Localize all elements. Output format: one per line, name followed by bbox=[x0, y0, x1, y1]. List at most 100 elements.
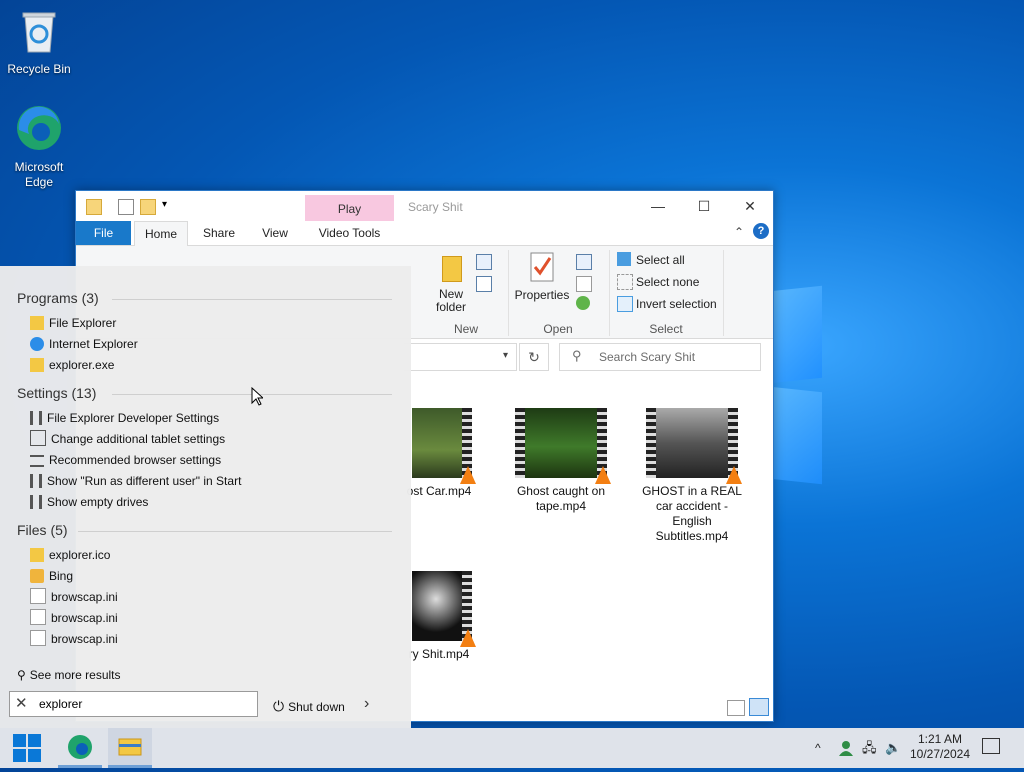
group-select-label: Select bbox=[649, 322, 683, 336]
group-new-label: New bbox=[453, 322, 478, 336]
clock-time: 1:21 AM bbox=[917, 732, 963, 746]
file-explorer-icon bbox=[118, 738, 142, 756]
volume-icon[interactable]: 🔈 bbox=[885, 728, 901, 768]
people-icon[interactable] bbox=[838, 740, 854, 756]
tab-file[interactable]: File bbox=[76, 221, 131, 245]
power-icon: ⏻ bbox=[273, 698, 285, 714]
result-internet-explorer[interactable]: Internet Explorer bbox=[30, 334, 138, 354]
video-file-ghost-real-car-accident[interactable]: GHOST in a REAL car accident - English S… bbox=[642, 408, 742, 544]
edit-icon[interactable] bbox=[576, 276, 592, 292]
chevron-right-icon[interactable]: › bbox=[364, 695, 369, 713]
result-file-explorer[interactable]: File Explorer bbox=[30, 313, 116, 333]
windows-logo-icon bbox=[13, 734, 41, 762]
ribbon-divider bbox=[723, 250, 724, 336]
select-all-icon bbox=[617, 252, 631, 266]
properties-qa-icon[interactable] bbox=[118, 199, 134, 215]
video-thumbnail bbox=[412, 408, 476, 484]
properties-icon bbox=[530, 252, 554, 282]
play-context-tab[interactable]: Play bbox=[305, 195, 394, 221]
bing-icon bbox=[30, 569, 44, 583]
new-item-icon[interactable] bbox=[476, 254, 492, 270]
start-button[interactable] bbox=[5, 728, 49, 768]
video-file-ghost-caught[interactable]: Ghost caught on tape.mp4 bbox=[511, 408, 611, 514]
section-programs-title: Programs (3) bbox=[17, 290, 99, 306]
file-explorer-icon bbox=[30, 358, 44, 372]
history-icon[interactable] bbox=[576, 296, 590, 310]
select-none-icon bbox=[617, 274, 633, 290]
invert-selection-icon bbox=[617, 296, 633, 312]
large-icons-view-icon[interactable] bbox=[749, 698, 769, 716]
tab-view[interactable]: View bbox=[252, 221, 298, 245]
select-none-button[interactable]: Select none bbox=[636, 275, 699, 289]
recycle-bin-icon bbox=[22, 12, 56, 53]
close-button[interactable]: ✕ bbox=[727, 191, 773, 221]
taskbar: ^ 🖧 🔈 1:21 AM 10/27/2024 bbox=[0, 728, 1024, 768]
tab-share[interactable]: Share bbox=[192, 221, 246, 245]
settings-slider-icon bbox=[30, 495, 42, 509]
help-icon[interactable]: ? bbox=[753, 223, 769, 239]
network-icon[interactable]: 🖧 bbox=[862, 728, 877, 768]
shut-down-button[interactable]: ⏻ Shut down bbox=[273, 698, 345, 715]
clear-icon[interactable]: ✕ bbox=[15, 694, 28, 712]
result-file[interactable]: explorer.ico bbox=[30, 545, 110, 565]
search-icon: ⚲ bbox=[17, 668, 26, 682]
notifications-icon[interactable] bbox=[982, 738, 1000, 754]
chevron-down-icon[interactable]: ▾ bbox=[503, 350, 508, 361]
file-name: GHOST in a REAL car accident - English S… bbox=[642, 484, 742, 543]
search-input[interactable]: ⚲ Search Scary Shit bbox=[559, 343, 761, 371]
result-file[interactable]: browscap.ini bbox=[30, 629, 118, 649]
maximize-button[interactable]: ☐ bbox=[681, 191, 727, 221]
tab-video-tools[interactable]: Video Tools bbox=[305, 221, 394, 245]
settings-slider-icon bbox=[30, 411, 42, 425]
result-explorer-exe[interactable]: explorer.exe bbox=[30, 355, 114, 375]
taskbar-file-explorer[interactable] bbox=[108, 728, 152, 768]
result-file[interactable]: browscap.ini bbox=[30, 587, 118, 607]
ribbon-tabs: File Home Share View Video Tools ⌃ ? bbox=[76, 221, 773, 246]
select-all-button[interactable]: Select all bbox=[636, 253, 685, 267]
refresh-button[interactable]: ↻ bbox=[519, 343, 549, 371]
open-icon[interactable] bbox=[576, 254, 592, 270]
details-view-icon[interactable] bbox=[727, 700, 745, 716]
result-file[interactable]: browscap.ini bbox=[30, 608, 118, 628]
result-setting[interactable]: Show "Run as different user" in Start bbox=[30, 471, 241, 491]
section-settings-title: Settings (13) bbox=[17, 385, 97, 401]
new-folder-qa-icon[interactable] bbox=[140, 199, 156, 215]
easy-access-icon[interactable] bbox=[476, 276, 492, 292]
search-box[interactable]: ✕ explorer bbox=[9, 691, 258, 717]
desktop-icon-recycle-bin[interactable]: Recycle Bin bbox=[4, 8, 74, 77]
edge-icon bbox=[68, 735, 92, 759]
list-icon bbox=[30, 455, 44, 467]
file-explorer-icon bbox=[30, 316, 44, 330]
ini-file-icon bbox=[30, 609, 46, 625]
desktop-icon-label: Recycle Bin bbox=[7, 62, 71, 76]
video-thumbnail bbox=[515, 408, 611, 484]
taskbar-edge[interactable] bbox=[58, 728, 102, 768]
internet-explorer-icon bbox=[30, 337, 44, 351]
title-bar: ▾ Play Scary Shit — ☐ ✕ bbox=[76, 191, 773, 221]
tablet-icon bbox=[30, 430, 46, 446]
result-setting[interactable]: Recommended browser settings bbox=[30, 450, 221, 470]
result-setting[interactable]: Show empty drives bbox=[30, 492, 148, 512]
invert-selection-button[interactable]: Invert selection bbox=[636, 297, 717, 311]
collapse-ribbon-icon[interactable]: ⌃ bbox=[734, 225, 744, 239]
new-folder-icon bbox=[442, 256, 462, 282]
ribbon-divider bbox=[508, 250, 509, 336]
section-divider bbox=[112, 299, 392, 300]
result-setting[interactable]: Change additional tablet settings bbox=[30, 429, 225, 449]
result-setting[interactable]: File Explorer Developer Settings bbox=[30, 408, 219, 428]
minimize-button[interactable]: — bbox=[635, 191, 681, 221]
new-folder-button[interactable]: New folder bbox=[431, 288, 471, 314]
address-bar[interactable]: ▾ bbox=[404, 343, 517, 371]
search-icon: ⚲ bbox=[572, 348, 582, 363]
clock[interactable]: 1:21 AM 10/27/2024 bbox=[905, 732, 975, 772]
ini-file-icon bbox=[30, 630, 46, 646]
group-open-label: Open bbox=[543, 322, 573, 336]
folder-icon bbox=[86, 199, 102, 215]
properties-button[interactable]: Properties bbox=[514, 288, 570, 302]
tab-home[interactable]: Home bbox=[134, 221, 188, 246]
desktop-icon-edge[interactable]: Microsoft Edge bbox=[4, 104, 74, 190]
qa-dropdown-icon[interactable]: ▾ bbox=[162, 199, 167, 210]
show-hidden-icons-button[interactable]: ^ bbox=[815, 728, 821, 768]
see-more-results-link[interactable]: ⚲ See more results bbox=[17, 668, 121, 682]
result-file[interactable]: Bing bbox=[30, 566, 73, 586]
